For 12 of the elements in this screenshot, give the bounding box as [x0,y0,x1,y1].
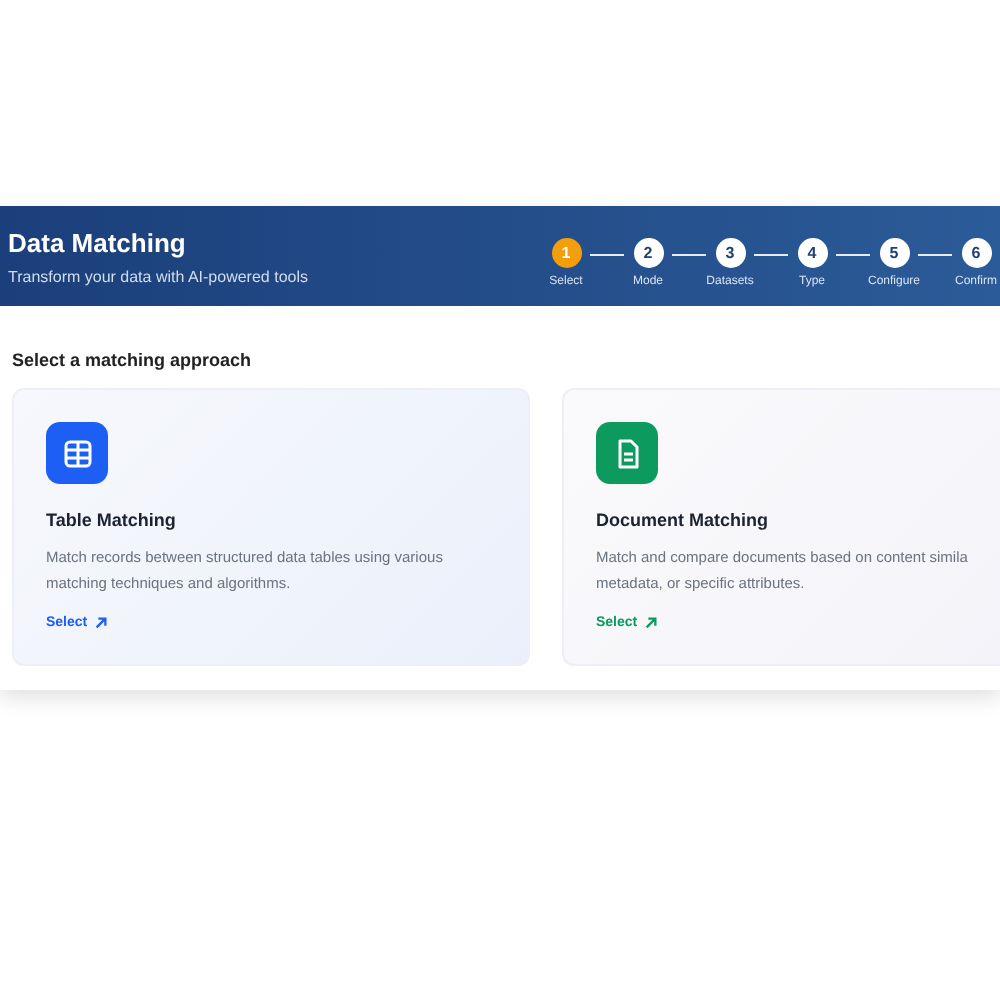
arrow-icon [643,616,658,630]
step-number[interactable]: 3 [715,237,745,267]
arrow-icon [93,616,108,630]
card-title: Document Matching [596,510,771,530]
step-number[interactable]: 5 [879,237,909,267]
page-subtitle: Transform your data with AI-powered tools [8,267,308,285]
step-number[interactable]: 6 [961,237,991,267]
step-number[interactable]: 2 [633,237,663,267]
step-number[interactable]: 4 [797,237,827,267]
card-title: Table Matching [46,510,178,530]
page-title: Data Matching [8,227,188,257]
section-title: Select a matching approach [12,350,254,370]
